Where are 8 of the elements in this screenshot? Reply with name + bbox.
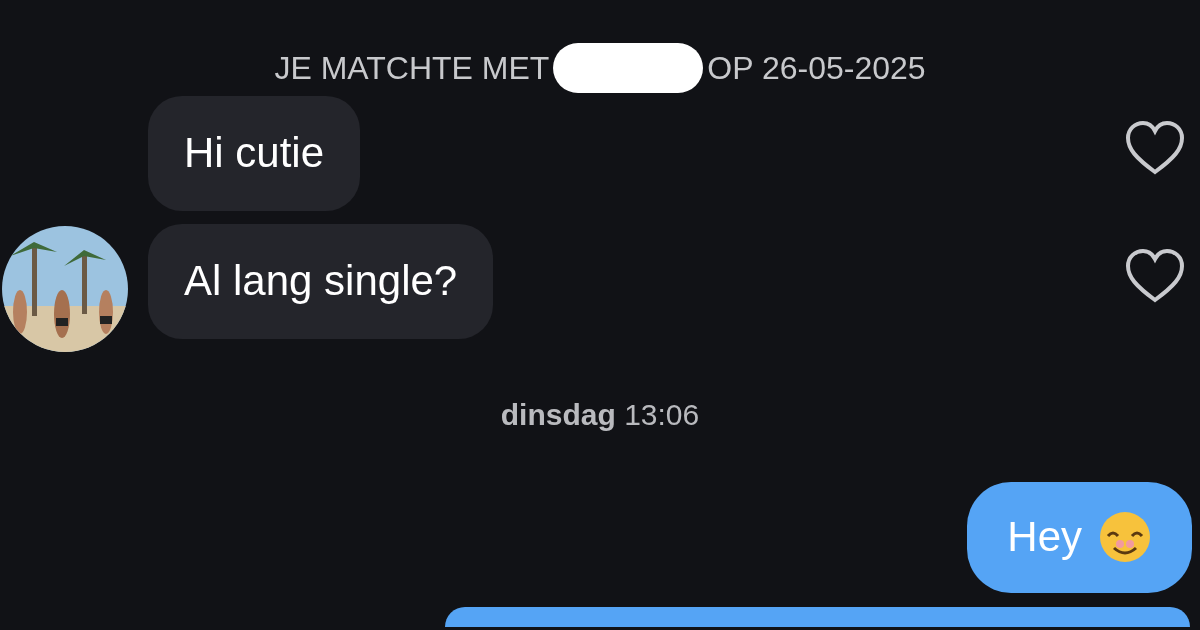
message-bubble: Hi cutie — [148, 96, 361, 211]
heart-icon[interactable] — [1124, 120, 1186, 176]
match-notice-text: JE MATCHTE MET — [274, 49, 550, 88]
heart-icon[interactable] — [1124, 248, 1186, 304]
timestamp: dinsdag 13:06 — [500, 397, 700, 433]
match-date-text: OP 26-05-2025 — [707, 49, 926, 88]
message-bubble: Al lang single? — [148, 224, 494, 339]
message-bubble: Hey — [967, 482, 1192, 593]
